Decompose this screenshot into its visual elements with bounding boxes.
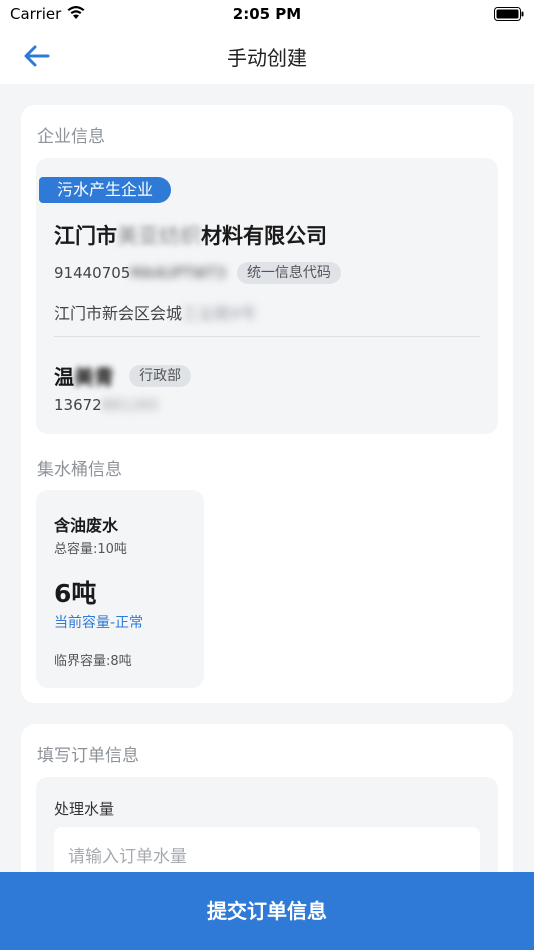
bucket-critical-capacity: 临界容量:8吨	[54, 654, 132, 669]
status-time: 2:05 PM	[232, 5, 302, 23]
credit-code-row: 91440705MA4UPTWT3 统一信息代码	[54, 262, 341, 284]
company-name-prefix: 江门市	[54, 224, 117, 248]
credit-code-tag: 统一信息代码	[236, 262, 341, 284]
bucket-section-label: 集水桶信息	[37, 460, 122, 480]
company-name-redacted: 美亚纺织	[117, 224, 201, 248]
info-card: 企业信息 污水产生企业 江门市美亚纺织材料有限公司 91440705MA4UPT…	[21, 105, 513, 703]
bucket-status: 当前容量-正常	[54, 615, 144, 631]
address-prefix: 江门市新会区会城	[54, 304, 183, 323]
order-section-label: 填写订单信息	[37, 746, 139, 766]
page-title: 手动创建	[227, 46, 307, 70]
status-bar: Carrier 2:05 PM	[0, 0, 534, 28]
company-type-badge: 污水产生企业	[39, 177, 172, 203]
bucket-total-capacity: 总容量:10吨	[54, 542, 127, 557]
bucket-title: 含油废水	[54, 516, 119, 535]
nav-bar: 手动创建	[0, 28, 534, 84]
phone-redacted: 881265	[101, 396, 159, 414]
company-address: 江门市新会区会城工业路9号	[54, 300, 256, 324]
contact-name-redacted: 美青	[74, 365, 114, 389]
bucket-current-amount: 6吨	[54, 579, 97, 608]
company-name: 江门市美亚纺织材料有限公司	[54, 220, 327, 250]
company-section-label: 企业信息	[37, 127, 105, 147]
contact-name-prefix: 温	[54, 365, 74, 389]
credit-code-redacted: MA4UPTWT3	[130, 264, 226, 282]
contact-phone: 13672881265	[54, 396, 159, 414]
company-info-box: 污水产生企业 江门市美亚纺织材料有限公司 91440705MA4UPTWT3 统…	[36, 158, 498, 434]
bucket-card[interactable]: 含油废水 总容量:10吨 6吨 当前容量-正常 临界容量:8吨	[36, 490, 204, 688]
water-amount-label: 处理水量	[54, 800, 115, 818]
contact-row: 温美青 行政部	[54, 361, 192, 389]
address-redacted: 工业路9号	[182, 304, 257, 323]
company-name-suffix: 材料有限公司	[201, 224, 327, 248]
divider	[54, 336, 480, 337]
phone-prefix: 13672	[54, 396, 102, 414]
submit-order-button[interactable]: 提交订单信息	[0, 872, 534, 950]
contact-dept-tag: 行政部	[129, 364, 192, 387]
battery-icon	[494, 7, 524, 21]
credit-code-prefix: 91440705	[54, 264, 131, 282]
